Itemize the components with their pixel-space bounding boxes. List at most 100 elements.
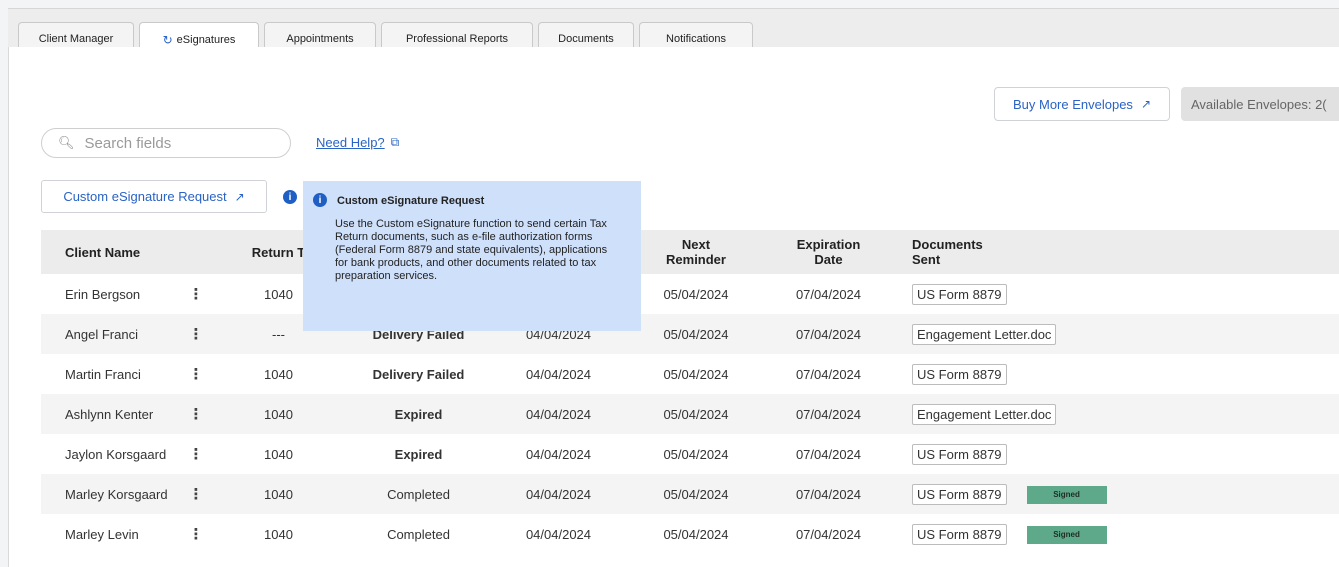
return-type-cell: 1040 (211, 394, 346, 434)
documents-sent-cell: US Form 8879 (891, 274, 1339, 314)
row-actions-cell[interactable]: ⋮ (181, 394, 211, 434)
date-sent-cell: 04/04/2024 (525, 446, 592, 462)
client-name-cell[interactable]: Marley Levin (41, 514, 181, 554)
documents-sent-cell: Engagement Letter.doc (891, 394, 1339, 434)
available-envelopes-label: Available Envelopes: 2( (1191, 96, 1327, 112)
next-reminder-cell: 05/04/2024 (663, 366, 729, 382)
available-envelopes-badge: Available Envelopes: 2( (1181, 87, 1339, 121)
date-sent-cell: 04/04/2024 (491, 394, 626, 434)
client-name-cell[interactable]: Ashlynn Kenter (41, 394, 181, 434)
next-reminder-cell: 05/04/2024 (663, 446, 729, 462)
kebab-menu-icon[interactable]: ⋮ (189, 366, 204, 383)
document-chip[interactable]: US Form 8879 (912, 363, 1007, 385)
table-row[interactable]: Erin Bergson ⋮ 1040 05/04/2024 07/04/2024 US … (41, 274, 1339, 314)
client-name-cell[interactable]: Martin Franci (41, 354, 181, 394)
tooltip-body: Use the Custom eSignature function to se… (335, 218, 608, 282)
return-type-cell: 1040 (264, 366, 293, 382)
kebab-menu-icon[interactable]: ⋮ (189, 526, 204, 543)
next-reminder-label: Next Reminder (666, 237, 726, 267)
expiration-date-cell: 07/04/2024 (766, 474, 891, 514)
search-box[interactable]: 🔍︎ (41, 128, 291, 158)
return-type-cell: 1040 (211, 474, 346, 514)
status-cell: Expired (394, 446, 443, 462)
client-name-cell[interactable]: Marley Korsgaard (41, 474, 181, 514)
kebab-menu-icon[interactable]: ⋮ (189, 326, 204, 343)
expiration-date-cell: 07/04/2024 (766, 314, 891, 354)
table-row[interactable]: Jaylon Korsgaard ⋮ 1040 Expired 04/04/2024 05… (41, 434, 1339, 474)
status-cell: Completed (346, 474, 491, 514)
row-actions-cell[interactable]: ⋮ (181, 514, 211, 554)
expiration-date-cell: 07/04/2024 (795, 286, 862, 302)
kebab-menu-icon[interactable]: ⋮ (189, 406, 204, 423)
kebab-menu-icon[interactable]: ⋮ (189, 486, 204, 503)
external-link-icon: ⧉ (390, 135, 400, 149)
table-row[interactable]: Angel Franci ⋮ --- Delivery Failed 04/04/202… (41, 314, 1339, 354)
table-row[interactable]: Martin Franci ⋮ 1040 Delivery Failed 04/04/2… (41, 354, 1339, 394)
return-type-cell: 1040 (264, 526, 293, 542)
signed-badge: Signed (1026, 486, 1107, 505)
status-cell: Delivery Failed (372, 366, 465, 382)
row-actions-cell[interactable]: ⋮ (181, 474, 211, 514)
tab-label: Professional Reports (405, 32, 509, 45)
custom-request-label: Custom eSignature Request (63, 189, 227, 204)
kebab-menu-icon[interactable]: ⋮ (189, 286, 204, 303)
column-header-next-reminder[interactable]: Next Reminder (626, 230, 766, 274)
documents-sent-cell: Engagement Letter.doc (891, 314, 1339, 354)
next-reminder-cell: 05/04/2024 (663, 286, 729, 302)
date-sent-cell: 04/04/2024 (525, 526, 592, 542)
tab-label: Client Manager (38, 32, 114, 45)
window-frame-left (0, 0, 8, 567)
document-chip[interactable]: US Form 8879 (912, 483, 1007, 505)
table-row[interactable]: Marley Korsgaard ⋮ 1040 Completed 04/04/2024… (41, 474, 1339, 514)
refresh-icon: ↻ (162, 32, 173, 47)
search-input[interactable] (82, 133, 267, 153)
date-sent-cell: 04/04/2024 (525, 366, 592, 382)
document-chip[interactable]: US Form 8879 (912, 523, 1007, 545)
status-cell: Completed (387, 526, 450, 542)
custom-esignature-request-button[interactable]: Custom eSignature Request ↗ (41, 180, 267, 213)
row-actions-cell[interactable]: ⋮ (181, 354, 211, 394)
expiration-date-cell: 07/04/2024 (795, 526, 862, 542)
need-help-label: Need Help? (316, 135, 385, 150)
external-link-icon: ↗ (234, 189, 245, 204)
table-row[interactable]: Marley Levin ⋮ 1040 Completed 04/04/2024 05/0… (41, 514, 1339, 554)
documents-sent-cell: US Form 8879 Signed (891, 514, 1339, 554)
next-reminder-cell: 05/04/2024 (626, 474, 766, 514)
document-chip[interactable]: US Form 8879 (912, 283, 1007, 305)
document-chip[interactable]: US Form 8879 (912, 443, 1007, 465)
expiration-date-cell: 07/04/2024 (766, 394, 891, 434)
row-actions-cell[interactable]: ⋮ (181, 434, 211, 474)
return-type-cell: 1040 (264, 446, 293, 462)
tab-label: eSignatures (176, 33, 236, 46)
tab-label: Documents (558, 32, 614, 45)
signed-badge: Signed (1026, 526, 1107, 545)
kebab-menu-icon[interactable]: ⋮ (189, 446, 204, 463)
need-help-link[interactable]: Need Help? ⧉ (316, 135, 399, 150)
info-icon[interactable]: i (283, 190, 297, 204)
document-chip[interactable]: Engagement Letter.doc (912, 323, 1057, 345)
documents-sent-cell: US Form 8879 (891, 354, 1339, 394)
client-name-cell[interactable]: Angel Franci (41, 314, 181, 354)
column-header-expiration-date[interactable]: Expiration Date (766, 230, 891, 274)
table-row[interactable]: Ashlynn Kenter ⋮ 1040 Expired 04/04/2024 05/0… (41, 394, 1339, 434)
table-body: Erin Bergson ⋮ 1040 05/04/2024 07/04/2024 US … (41, 274, 1339, 554)
column-header-actions (181, 230, 211, 274)
column-header-client-name[interactable]: Client Name (41, 230, 181, 274)
tooltip-title: Custom eSignature Request (337, 195, 485, 207)
column-header-documents-sent[interactable]: Documents Sent (891, 230, 1339, 274)
document-chip[interactable]: Engagement Letter.doc (912, 403, 1057, 425)
next-reminder-cell: 05/04/2024 (626, 314, 766, 354)
info-icon: i (313, 193, 327, 207)
buy-more-envelopes-button[interactable]: Buy More Envelopes ↗ (994, 87, 1170, 121)
client-name-cell[interactable]: Erin Bergson (41, 274, 181, 314)
window-frame-top (0, 0, 1339, 8)
tab-bar: Client Manager ↻ eSignatures Appointment… (8, 8, 1339, 56)
client-name-cell[interactable]: Jaylon Korsgaard (41, 434, 181, 474)
documents-sent-cell: US Form 8879 (891, 434, 1339, 474)
row-actions-cell[interactable]: ⋮ (181, 274, 211, 314)
search-icon: 🔍︎ (58, 135, 75, 150)
row-actions-cell[interactable]: ⋮ (181, 314, 211, 354)
custom-esignature-tooltip: i Custom eSignature Request Use the Cust… (303, 181, 641, 331)
esignature-table: Client Name Return T Next Reminder Expir… (41, 230, 1339, 554)
expiration-date-label: Expiration Date (796, 237, 861, 267)
